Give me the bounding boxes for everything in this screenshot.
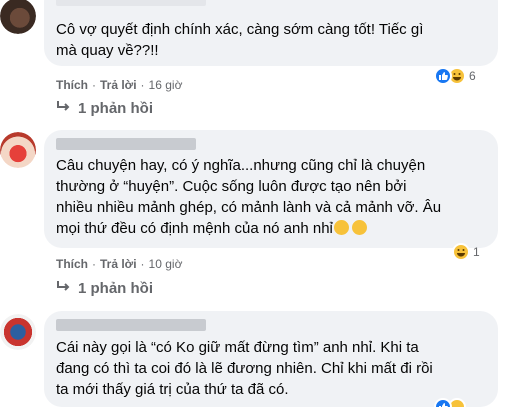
author-name[interactable] [56, 319, 206, 331]
comment-text: Cái này gọi là “có Ko giữ mất đừng tìm” … [56, 339, 433, 398]
reply-arrow-icon [56, 100, 70, 117]
view-replies-button[interactable]: 1 phản hồi [56, 280, 153, 297]
reaction-count: 1 [473, 245, 480, 259]
like-icon [434, 67, 452, 85]
reaction-summary[interactable]: 1 [452, 242, 480, 262]
timestamp[interactable]: 16 giờ [149, 78, 183, 92]
avatar[interactable] [0, 314, 36, 350]
comment-bubble: Cái này gọi là “có Ko giữ mất đừng tìm” … [44, 311, 498, 407]
comment-text: Câu chuyện hay, có ý nghĩa...nhưng cũng … [56, 157, 442, 237]
reply-link[interactable]: Trả lời [100, 257, 137, 271]
avatar[interactable] [0, 132, 36, 168]
reply-link[interactable]: Trả lời [100, 78, 137, 92]
reaction-summary[interactable]: 6 [434, 66, 476, 86]
reply-arrow-icon [56, 280, 70, 297]
comment-text: Cô vợ quyết định chính xác, càng sớm càn… [56, 21, 424, 59]
comment-bubble: Câu chuyện hay, có ý nghĩa...nhưng cũng … [44, 130, 498, 248]
smiling-face-icon [351, 220, 367, 235]
comment-bubble: Cô vợ quyết định chính xác, càng sớm càn… [44, 0, 498, 66]
haha-icon [452, 243, 470, 261]
like-link[interactable]: Thích [56, 257, 88, 271]
author-name[interactable] [56, 138, 196, 150]
reaction-count: 6 [469, 69, 476, 83]
upside-down-face-icon [333, 220, 349, 235]
comment-actions: Thích · Trả lời · 10 giờ [56, 257, 183, 271]
reaction-summary[interactable] [434, 397, 466, 407]
avatar[interactable] [0, 0, 36, 34]
timestamp[interactable]: 10 giờ [149, 257, 183, 271]
comment-actions: Thích · Trả lời · 16 giờ [56, 78, 183, 92]
view-replies-button[interactable]: 1 phản hồi [56, 100, 153, 117]
like-link[interactable]: Thích [56, 78, 88, 92]
like-icon [434, 398, 452, 407]
author-name[interactable] [56, 0, 206, 6]
